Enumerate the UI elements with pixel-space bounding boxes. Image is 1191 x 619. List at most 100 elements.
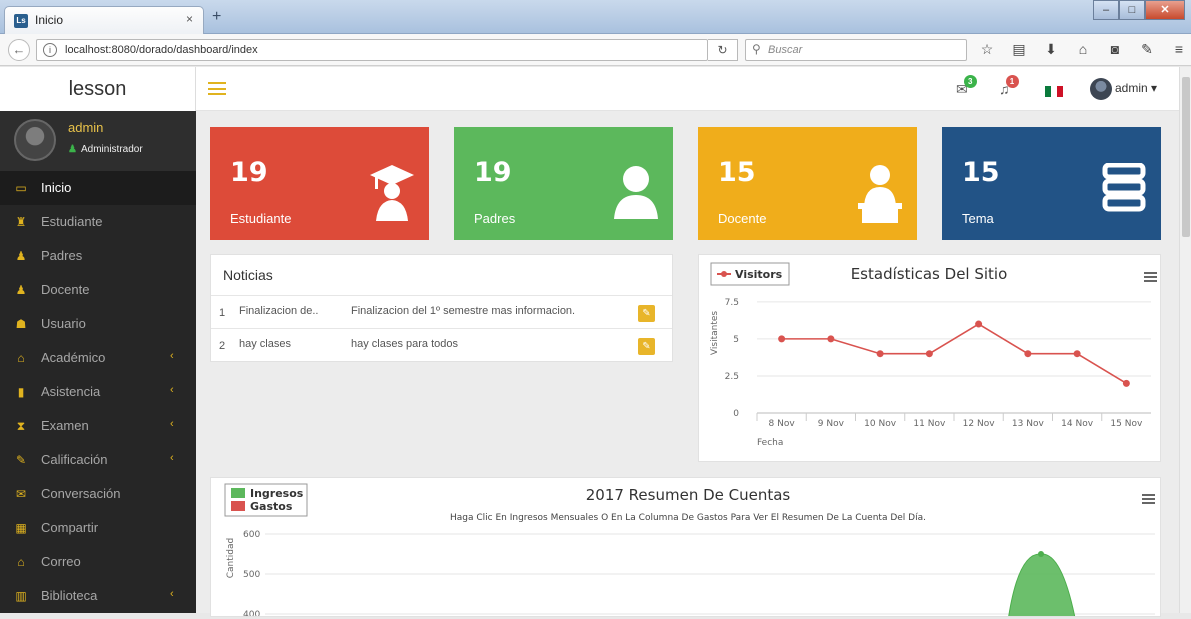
sidebar-item-biblioteca[interactable]: ▥ Biblioteca ‹ [0,579,196,613]
stat-label: Estudiante [230,211,292,226]
close-window-button[interactable]: ✕ [1145,0,1185,20]
sidebar-item-padres[interactable]: ♟ Padres [0,239,196,273]
news-title: hay clases [239,338,291,350]
news-number: 1 [219,307,226,319]
stat-card-padres[interactable]: 19 Padres [454,127,673,240]
maximize-button[interactable]: □ [1119,0,1145,20]
users-icon: ☗ [15,317,27,331]
sidebar-item-calificación[interactable]: ✎ Calificación ‹ [0,443,196,477]
news-panel: Noticias 1 Finalizacion de.. Finalizacion … [210,254,673,362]
chart-menu-icon[interactable] [1144,272,1157,282]
legend-label: Visitors [735,268,783,281]
user-icon [614,166,658,219]
app-header: ✉ 3 ♫ 1 admin ▾ [196,67,1179,111]
edit-icon[interactable]: ✎ [638,338,655,355]
sidebar-item-docente[interactable]: ♟ Docente [0,273,196,307]
profile-avatar [14,119,56,161]
data-point[interactable] [827,335,835,343]
data-point[interactable] [975,320,983,328]
sidebar-item-conversación[interactable]: ✉ Conversación [0,477,196,511]
stat-card-docente[interactable]: 15 Docente [698,127,917,240]
accounts-chart-menu-icon[interactable] [1142,494,1155,504]
sidebar-item-correo[interactable]: ⌂ Correo [0,545,196,579]
legend-label: Gastos [250,500,293,513]
browser-menu-icon[interactable]: ≡ [1170,41,1188,58]
user-menu[interactable]: admin ▾ [1115,81,1157,95]
stat-card-estudiante[interactable]: 19 Estudiante [210,127,429,240]
sidebar-item-usuario[interactable]: ☗ Usuario [0,307,196,341]
sidebar-item-estudiante[interactable]: ♜ Estudiante [0,205,196,239]
profile-role: ♟ Administrador [68,144,143,155]
pocket-icon[interactable]: ◙ [1106,41,1124,58]
sidebar-item-label: Docente [41,282,90,297]
books-icon [1102,163,1146,212]
news-detail: Finalizacion del 1º semestre mas informa… [351,305,576,317]
sidebar-item-examen[interactable]: ⧗ Examen ‹ [0,409,196,443]
stat-label: Padres [474,211,516,226]
bell-icon[interactable]: ♫ 1 [999,75,1019,97]
home-icon[interactable]: ⌂ [1074,41,1092,58]
legend-marker [721,271,727,277]
avatar[interactable] [1090,78,1112,100]
scrollbar-thumb[interactable] [1182,77,1190,237]
sidebar-item-label: Correo [41,554,81,569]
message-icon[interactable]: ✉ 3 [956,75,977,98]
stat-label: Tema [962,211,994,226]
series-area-ingresos[interactable] [1007,553,1077,619]
browser-tab[interactable]: Ls Inicio × [4,6,204,34]
stat-card-tema[interactable]: 15 Tema [942,127,1161,240]
news-row[interactable]: 1 Finalizacion de.. Finalizacion del 1º se… [211,295,672,329]
reading-list-icon[interactable]: ▤ [1010,41,1028,58]
laptop-icon: ▭ [15,181,27,195]
bookmark-star-icon[interactable]: ☆ [978,41,996,58]
data-point[interactable] [1122,379,1130,387]
edit-icon[interactable]: ✎ [638,305,655,322]
chevron-left-icon: ‹ [170,384,174,396]
y-axis-label: Cantidad [226,538,236,578]
search-icon: ⚲ [752,42,761,56]
x-tick-label: 12 Nov [963,419,996,429]
sidebar-item-inicio[interactable]: ▭ Inicio [0,171,196,205]
sidebar-item-asistencia[interactable]: ▮ Asistencia ‹ [0,375,196,409]
sidebar-item-label: Biblioteca [41,588,98,603]
accounts-panel: Ingresos Gastos 2017 Resumen De Cuentas Hag… [210,477,1161,619]
sidebar-item-label: Compartir [41,520,99,535]
sidebar-profile: admin ♟ Administrador [0,111,196,171]
browser-tab-bar: Ls Inicio × + – □ ✕ [0,0,1191,34]
data-point[interactable] [925,350,933,358]
data-point[interactable] [1073,350,1081,358]
browser-nav-bar: ← i localhost:8080/dorado/dashboard/inde… [0,34,1191,66]
data-point[interactable] [1038,551,1044,557]
news-row[interactable]: 2 hay clases hay clases para todos ✎ [211,328,672,362]
site-stats-panel: Visitors Estadísticas Del Sitio 0 2.5 5 7.5 8 … [698,254,1161,462]
url-text[interactable]: localhost:8080/dorado/dashboard/index [65,44,258,56]
data-point[interactable] [1024,350,1032,358]
new-tab-button[interactable]: + [212,8,221,26]
page-scrollbar[interactable] [1179,67,1191,613]
mexico-flag-icon[interactable] [1045,86,1063,97]
inbox-icon: ⌂ [17,555,25,569]
minimize-button[interactable]: – [1093,0,1119,20]
browser-search-box[interactable]: ⚲ Buscar [745,39,967,61]
chevron-left-icon: ‹ [170,418,174,430]
back-arrow-icon[interactable]: ← [8,39,30,61]
y-tick-label: 2.5 [725,372,739,382]
reload-icon[interactable]: ↻ [708,39,738,61]
address-bar[interactable]: i localhost:8080/dorado/dashboard/index [36,39,708,61]
download-icon[interactable]: ⬇ [1042,41,1060,58]
stat-label: Docente [718,211,767,226]
y-tick-label: 0 [733,409,739,419]
book-icon: ▥ [15,589,27,603]
info-icon[interactable]: i [43,43,57,57]
app-brand[interactable]: lesson [0,67,196,111]
sidebar-toggle-icon[interactable] [208,82,226,95]
sidebar-item-compartir[interactable]: ▦ Compartir [0,511,196,545]
site-stats-chart: Visitors Estadísticas Del Sitio 0 2.5 5 7.5 8 … [710,262,1151,448]
chart-title: 2017 Resumen De Cuentas [586,486,791,504]
data-point[interactable] [778,335,786,343]
news-number: 2 [219,340,226,352]
sidebar-item-académico[interactable]: ⌂ Académico ‹ [0,341,196,375]
tab-close-icon[interactable]: × [186,12,193,26]
data-point[interactable] [876,350,884,358]
devtools-icon[interactable]: ✎ [1138,41,1156,58]
